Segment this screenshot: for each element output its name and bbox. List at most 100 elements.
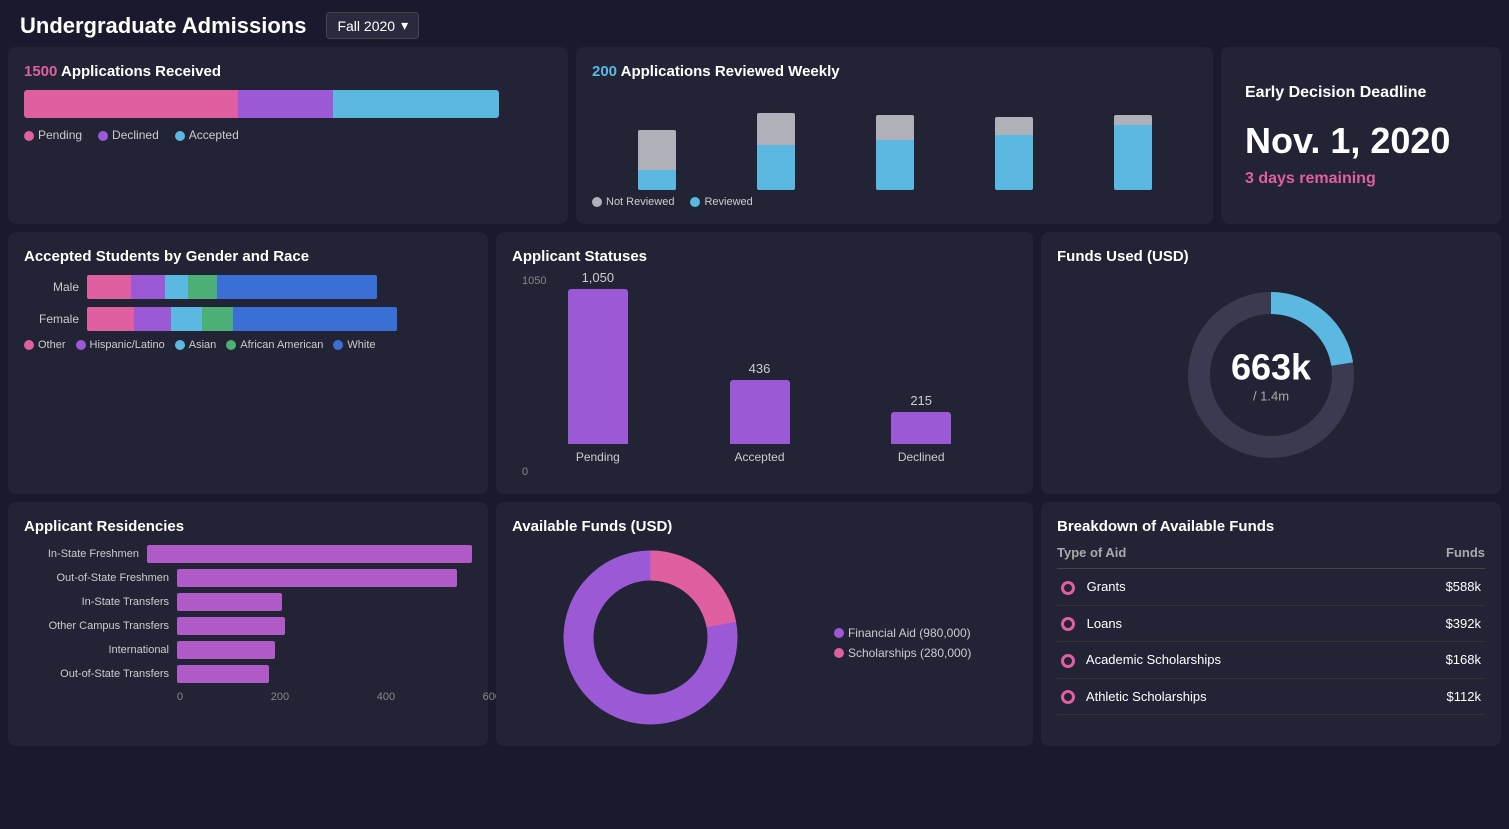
in-state-trans-bar <box>177 593 282 611</box>
female-african <box>202 307 233 331</box>
female-asian <box>171 307 202 331</box>
female-hispanic <box>134 307 171 331</box>
athletic-funds: $112k <box>1397 678 1485 715</box>
accepted-dot <box>175 131 185 141</box>
chevron-down-icon: ▾ <box>401 17 408 34</box>
apps-received-title: 1500 Applications Received <box>24 63 552 80</box>
male-other <box>87 275 131 299</box>
declined-segment <box>238 90 333 118</box>
residency-bars: In-State Freshmen Out-of-State Freshmen … <box>24 545 472 683</box>
in-state-fresh-bar <box>147 545 472 563</box>
breakdown-card: Breakdown of Available Funds Type of Aid… <box>1041 502 1501 746</box>
statuses-title: Applicant Statuses <box>512 248 1017 265</box>
pending-segment <box>24 90 238 118</box>
grants-cell: Grants <box>1057 569 1397 606</box>
weekly-bar-3 <box>840 110 949 190</box>
out-state-fresh-bar <box>177 569 457 587</box>
not-reviewed-bar <box>1114 115 1152 125</box>
apps-received-bar-visual <box>24 90 499 118</box>
female-white <box>233 307 397 331</box>
male-bar <box>87 275 377 299</box>
reviewed-dot <box>690 197 700 207</box>
female-bar <box>87 307 397 331</box>
gender-race-card: Accepted Students by Gender and Race Mal… <box>8 232 488 494</box>
mid-row: Accepted Students by Gender and Race Mal… <box>0 232 1509 502</box>
table-row: Academic Scholarships $168k <box>1057 642 1485 679</box>
weekly-bar-2 <box>721 110 830 190</box>
male-african <box>188 275 217 299</box>
col-type: Type of Aid <box>1057 545 1397 569</box>
page-title: Undergraduate Admissions <box>20 13 306 39</box>
table-row: Loans $392k <box>1057 605 1485 642</box>
weekly-bars <box>592 90 1197 190</box>
apps-received-bar <box>24 90 552 118</box>
table-row: Athletic Scholarships $112k <box>1057 678 1485 715</box>
resid-out-state-fresh: Out-of-State Freshmen <box>24 569 472 587</box>
athletic-cell: Athletic Scholarships <box>1057 678 1397 715</box>
out-state-trans-bar <box>177 665 269 683</box>
grants-dot <box>1061 581 1075 595</box>
funds-sub: / 1.4m <box>1231 389 1311 404</box>
weekly-bar-4 <box>959 110 1068 190</box>
legend-scholarships: Scholarships (280,000) <box>834 646 971 660</box>
pending-value: 1,050 <box>582 270 615 285</box>
female-other <box>87 307 134 331</box>
legend-pending: Pending <box>24 128 82 142</box>
funds-donut-center: 663k / 1.4m <box>1231 347 1311 404</box>
academic-dot <box>1061 654 1075 668</box>
resid-in-state-fresh: In-State Freshmen <box>24 545 472 563</box>
male-hispanic <box>131 275 166 299</box>
early-decision-date: Nov. 1, 2020 <box>1245 120 1450 162</box>
not-reviewed-dot <box>592 197 602 207</box>
gender-bars: Male Female <box>24 275 472 331</box>
male-white <box>217 275 377 299</box>
male-asian <box>165 275 188 299</box>
weekly-legend: Not Reviewed Reviewed <box>592 196 1197 208</box>
legend-declined: Declined <box>98 128 159 142</box>
statuses-card: Applicant Statuses 1050 1,050 Pending 43… <box>496 232 1033 494</box>
apps-received-legend: Pending Declined Accepted <box>24 128 552 142</box>
legend-reviewed: Reviewed <box>690 196 752 208</box>
pending-bar <box>568 289 628 444</box>
weekly-bar-1 <box>602 110 711 190</box>
status-bars-container: 1,050 Pending 436 Accepted 215 Declined <box>512 289 1017 464</box>
academic-funds: $168k <box>1397 642 1485 679</box>
col-funds: Funds <box>1397 545 1485 569</box>
declined-dot <box>98 131 108 141</box>
early-decision-title: Early Decision Deadline <box>1245 84 1426 102</box>
african-dot <box>226 340 236 350</box>
resid-out-state-trans: Out-of-State Transfers <box>24 665 472 683</box>
loans-funds: $392k <box>1397 605 1485 642</box>
pending-col: 1,050 Pending <box>532 270 664 464</box>
funds-used-card: Funds Used (USD) 663k / 1.4m <box>1041 232 1501 494</box>
male-label: Male <box>24 280 79 294</box>
resid-other-campus: Other Campus Transfers <box>24 617 472 635</box>
statuses-content: 1050 1,050 Pending 436 Accepted 215 Decl… <box>512 275 1017 475</box>
apps-weekly-card: 200 Applications Reviewed Weekly <box>576 47 1213 224</box>
funds-donut: 663k / 1.4m <box>1181 285 1361 465</box>
breakdown-title: Breakdown of Available Funds <box>1057 518 1485 535</box>
accepted-col: 436 Accepted <box>694 361 826 464</box>
other-campus-bar <box>177 617 285 635</box>
hispanic-dot <box>76 340 86 350</box>
female-row: Female <box>24 307 472 331</box>
academic-cell: Academic Scholarships <box>1057 642 1397 679</box>
legend-financial-aid: Financial Aid (980,000) <box>834 626 971 640</box>
residencies-title: Applicant Residencies <box>24 518 472 535</box>
funds-used-title: Funds Used (USD) <box>1057 248 1189 265</box>
reviewed-bar <box>876 140 914 190</box>
top-row: 1500 Applications Received Pending Decli… <box>0 47 1509 232</box>
early-decision-days: 3 days remaining <box>1245 170 1376 188</box>
legend-accepted: Accepted <box>175 128 239 142</box>
loans-cell: Loans <box>1057 605 1397 642</box>
apps-received-card: 1500 Applications Received Pending Decli… <box>8 47 568 224</box>
legend-african: African American <box>226 339 323 351</box>
table-row: Grants $588k <box>1057 569 1485 606</box>
legend-white: White <box>333 339 375 351</box>
female-label: Female <box>24 312 79 326</box>
not-reviewed-bar <box>757 113 795 145</box>
male-row: Male <box>24 275 472 299</box>
gender-race-title: Accepted Students by Gender and Race <box>24 248 472 265</box>
semester-dropdown[interactable]: Fall 2020 ▾ <box>326 12 419 39</box>
scholarships-dot <box>834 648 844 658</box>
